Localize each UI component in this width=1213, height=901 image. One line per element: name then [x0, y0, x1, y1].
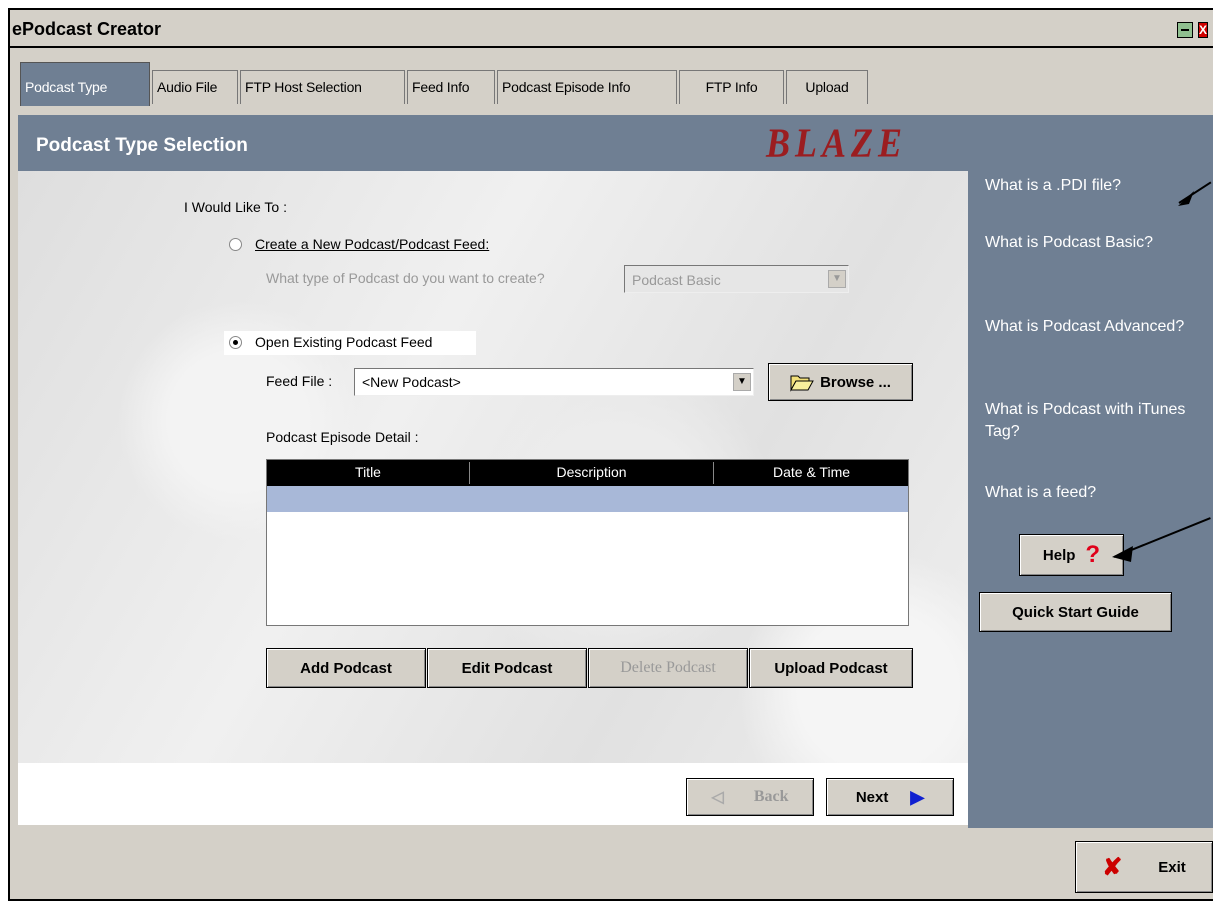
open-feed-label[interactable]: Open Existing Podcast Feed — [255, 334, 432, 350]
feed-file-select[interactable]: <New Podcast> ▼ — [354, 368, 754, 396]
tab-podcast-type[interactable]: Podcast Type — [20, 62, 150, 106]
panel-title: Podcast Type Selection — [36, 135, 248, 156]
panel-header: Podcast Type Selection BLAZE AUDIO — [18, 115, 968, 214]
link-podcast-itunes[interactable]: What is Podcast with iTunes Tag? — [985, 399, 1195, 443]
add-podcast-label: Add Podcast — [300, 659, 392, 677]
back-label: Back — [753, 788, 789, 805]
episode-table[interactable]: Title Description Date & Time — [266, 459, 909, 626]
tab-ftp-host-selection[interactable]: FTP Host Selection — [240, 70, 405, 104]
delete-podcast-label: Delete Podcast — [620, 659, 716, 676]
chevron-down-icon: ▼ — [828, 270, 846, 288]
help-button[interactable]: Help ? — [1019, 534, 1124, 576]
back-arrow-icon: ◁ — [711, 789, 724, 806]
feed-file-value: <New Podcast> — [362, 374, 461, 390]
feed-file-label: Feed File : — [266, 373, 333, 389]
browse-button[interactable]: Browse ... — [768, 363, 913, 401]
create-podcast-label[interactable]: Create a New Podcast/Podcast Feed: — [255, 236, 489, 252]
column-description[interactable]: Description — [470, 464, 713, 480]
podcast-type-question: What type of Podcast do you want to crea… — [266, 270, 545, 286]
close-icon[interactable]: X — [1198, 22, 1208, 38]
quick-start-guide-button[interactable]: Quick Start Guide — [979, 592, 1172, 632]
question-icon: ? — [1085, 541, 1101, 568]
delete-podcast-button: Delete Podcast — [588, 648, 748, 688]
add-podcast-button[interactable]: Add Podcast — [266, 648, 426, 688]
edit-podcast-button[interactable]: Edit Podcast — [427, 648, 587, 688]
podcast-type-select: Podcast Basic ▼ — [624, 265, 849, 293]
window-title: ePodcast Creator — [12, 19, 162, 39]
next-button[interactable]: Next ▶ — [826, 778, 954, 816]
column-date-time[interactable]: Date & Time — [714, 464, 909, 480]
back-button: ◁ Back — [686, 778, 814, 816]
create-podcast-radio[interactable] — [229, 238, 242, 251]
tab-audio-file[interactable]: Audio File — [152, 70, 238, 104]
table-row[interactable] — [267, 486, 908, 512]
column-title[interactable]: Title — [267, 464, 469, 480]
folder-open-icon — [790, 375, 814, 392]
tab-podcast-episode-info[interactable]: Podcast Episode Info — [497, 70, 677, 104]
edit-podcast-label: Edit Podcast — [461, 659, 553, 677]
exit-label: Exit — [1158, 858, 1186, 876]
link-feed[interactable]: What is a feed? — [985, 482, 1195, 504]
annotation-arrowhead — [1112, 546, 1133, 562]
tab-upload[interactable]: Upload — [786, 70, 868, 104]
title-bar: ePodcast Creator X — [10, 10, 1213, 48]
exit-button[interactable]: ✘ Exit — [1075, 841, 1213, 893]
link-pdi-file[interactable]: What is a .PDI file? — [985, 175, 1195, 197]
minimize-icon[interactable] — [1177, 22, 1193, 38]
tab-ftp-info[interactable]: FTP Info — [679, 70, 784, 104]
next-label: Next — [855, 788, 889, 806]
upload-podcast-button[interactable]: Upload Podcast — [749, 648, 913, 688]
intro-label: I Would Like To : — [184, 199, 287, 215]
episode-detail-label: Podcast Episode Detail : — [266, 429, 419, 445]
help-sidebar: What is a .PDI file? What is Podcast Bas… — [968, 115, 1213, 828]
next-arrow-icon: ▶ — [910, 786, 925, 807]
exit-x-icon: ✘ — [1102, 853, 1123, 881]
chevron-down-icon[interactable]: ▼ — [733, 373, 751, 391]
link-podcast-basic[interactable]: What is Podcast Basic? — [985, 232, 1195, 254]
open-feed-radio[interactable] — [229, 336, 242, 349]
browse-label: Browse ... — [820, 373, 891, 391]
link-podcast-advanced[interactable]: What is Podcast Advanced? — [985, 316, 1195, 338]
tab-feed-info[interactable]: Feed Info — [407, 70, 495, 104]
podcast-type-value: Podcast Basic — [632, 272, 721, 288]
quick-start-label: Quick Start Guide — [1012, 603, 1139, 621]
upload-podcast-label: Upload Podcast — [774, 659, 888, 677]
table-header: Title Description Date & Time — [267, 460, 908, 486]
help-label: Help — [1042, 546, 1076, 564]
annotation-arrowhead — [1178, 191, 1194, 206]
